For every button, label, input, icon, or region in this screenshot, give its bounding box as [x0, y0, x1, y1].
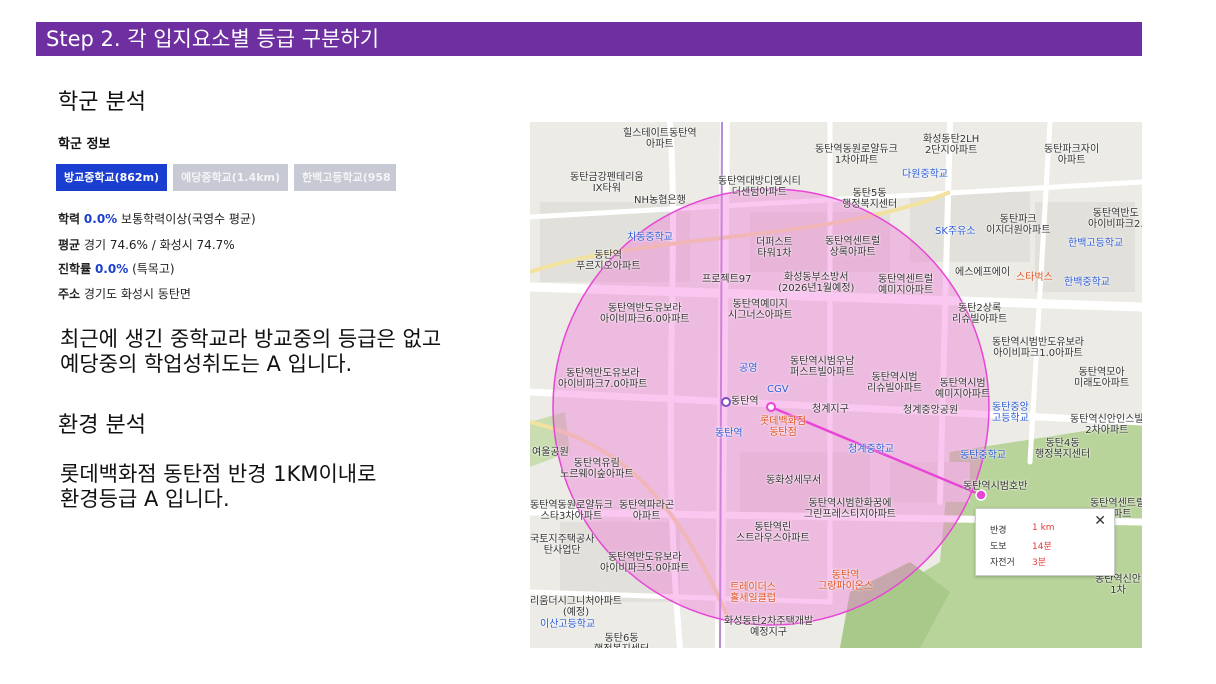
poi-label[interactable]: 동탄파크자이 아파트: [1044, 144, 1099, 166]
popup-bike-label: 자전거: [990, 558, 1015, 568]
poi-label[interactable]: 동탄역반도유보라 아이비파크5.0아파트: [600, 552, 690, 574]
poi-label[interactable]: 치동중학교: [627, 232, 673, 243]
tab-yedang-middle[interactable]: 예당중학교(1.4km): [173, 164, 288, 191]
poi-label[interactable]: 한백중학교: [1064, 277, 1110, 288]
poi-label[interactable]: 동탄역반도유보라 아이비파크7.0아파트: [558, 368, 648, 390]
poi-label[interactable]: 동탄6동행정복지센터: [594, 633, 649, 648]
poi-label[interactable]: 동탄역시범우남 퍼스트빌아파트: [790, 356, 854, 378]
poi-label[interactable]: 동탄역시범한화꿈에 그린프레스티지아파트: [804, 498, 896, 520]
distance-popup: ✕ 반경 1 km 도보 14분 자전거 3분: [975, 508, 1115, 576]
popup-walk-value: 14분: [1032, 542, 1052, 552]
env-summary-line1: 롯데백화점 동탄점 반경 1KM이내로: [60, 462, 377, 486]
poi-label[interactable]: 화성동탄2차주택개발 예정지구: [724, 616, 813, 638]
poi-label[interactable]: 동탄역반도 아이비파크2.: [1088, 208, 1142, 230]
poi-label[interactable]: 롯데백화점 동탄점: [760, 416, 806, 438]
poi-label[interactable]: 동탄역: [715, 428, 743, 439]
poi-label[interactable]: 더퍼스트 타워1차: [756, 237, 793, 259]
poi-label[interactable]: 동탄역파라곤 아파트: [619, 500, 674, 522]
env-summary-line2: 환경등급 A 입니다.: [60, 487, 230, 511]
school-summary-line2: 예당중의 학업성취도는 A 입니다.: [60, 352, 353, 376]
poi-label[interactable]: 동탄역신안인스빌 2차아파트: [1070, 414, 1142, 436]
poi-label[interactable]: 이산고등학교: [540, 619, 595, 630]
poi-label[interactable]: 화성동부소방서 (2026년1월예정): [778, 272, 854, 294]
popup-walk-label: 도보: [990, 542, 1007, 552]
stat-advancement-label: 진학률: [58, 262, 92, 276]
env-analysis-title: 환경 분석: [58, 413, 146, 438]
poi-label[interactable]: 동탄역유림 노르웨이숲아파트: [560, 458, 634, 480]
section-banner: Step 2. 각 입지요소별 등급 구분하기: [36, 22, 1142, 56]
poi-label[interactable]: 동탄역시범 리슈빌아파트: [867, 372, 922, 394]
poi-label[interactable]: CGV: [767, 384, 789, 395]
stat-advancement-value: 0.0%: [94, 262, 129, 276]
poi-label[interactable]: 여울공원: [532, 447, 569, 458]
stat-address: 주소 경기도 화성시 동탄면: [58, 285, 191, 302]
poi-label[interactable]: 동탄역예미지 시그너스아파트: [728, 299, 792, 321]
poi-label[interactable]: 동탄역모아 미래도아파트: [1074, 367, 1129, 389]
stat-address-label: 주소: [58, 287, 81, 301]
poi-label[interactable]: 힐스테이트동탄역 아파트: [623, 128, 697, 150]
poi-label[interactable]: 동탄2상록 리슈빌아파트: [952, 303, 1007, 325]
map-view[interactable]: 힐스테이트동탄역 아파트 동탄역동원로얄듀크 1차아파트 화성동탄2LH 2단지아파트…: [530, 122, 1142, 648]
poi-label[interactable]: 국토지주택공사 탄사업단: [530, 534, 594, 556]
stat-average: 평균 경기 74.6% / 화성시 74.7%: [58, 236, 235, 253]
school-summary-line1: 최근에 생긴 중학교라 방교중의 등급은 없고: [60, 327, 442, 351]
poi-label[interactable]: 동탄파크 이지더원아파트: [986, 214, 1050, 236]
poi-label[interactable]: 동탄역동원로얄듀크 스타3차아파트: [530, 500, 613, 522]
poi-label[interactable]: 스타벅스: [1016, 272, 1053, 283]
poi-label[interactable]: 동탄역센트럴 상록아파트: [825, 236, 880, 258]
tab-hanbaek-high[interactable]: 한백고등학교(958: [294, 164, 396, 191]
close-icon[interactable]: ✕: [1094, 513, 1106, 529]
school-analysis-title: 학군 분석: [58, 90, 146, 115]
poi-label[interactable]: NH농협은행: [634, 195, 686, 206]
poi-label[interactable]: 동탄4동 행정복지센터: [1035, 438, 1090, 460]
poi-label[interactable]: 공영: [739, 363, 757, 374]
poi-label[interactable]: 동탄역대방디엠시티 더센텀아파트: [718, 176, 801, 198]
poi-label[interactable]: 리움더시그니처아파트 (예정): [530, 596, 622, 618]
poi-label[interactable]: 동탄중앙 고등학교: [992, 402, 1029, 424]
poi-label[interactable]: 동탄역시범호반: [963, 481, 1027, 492]
poi-label[interactable]: 동탄중학교: [960, 450, 1006, 461]
stat-advancement: 진학률 0.0% (특목고): [58, 260, 175, 277]
map-center-point: [766, 402, 776, 412]
poi-label[interactable]: 동탄역신안 1차: [1095, 574, 1141, 596]
stat-achievement-value: 0.0%: [83, 212, 118, 226]
poi-label[interactable]: 동탄역동원로얄듀크 1차아파트: [815, 144, 898, 166]
poi-label[interactable]: 동탄역반도유보라 아이비파크6.0아파트: [600, 303, 690, 325]
poi-label[interactable]: 화성동탄2LH 2단지아파트: [923, 134, 979, 156]
stat-achievement: 학력 0.0% 보통학력이상(국영수 평균): [58, 210, 256, 227]
popup-radius-label: 반경: [990, 526, 1007, 536]
school-info-label: 학군 정보: [58, 137, 111, 152]
poi-label[interactable]: SK주유소: [935, 226, 976, 237]
poi-label[interactable]: 청계지구: [812, 404, 849, 415]
popup-bike-value: 3분: [1032, 558, 1047, 568]
poi-label[interactable]: 동탄역린 스트라우스아파트: [736, 522, 810, 544]
poi-label[interactable]: 동화성세무서: [766, 475, 821, 486]
school-tabs: 방교중학교(862m) 예당중학교(1.4km) 한백고등학교(958: [56, 164, 396, 191]
poi-label[interactable]: 동탄역 푸르지오아파트: [576, 250, 640, 272]
stat-advancement-note: (특목고): [132, 262, 175, 276]
stat-achievement-label: 학력: [58, 212, 81, 226]
stat-average-label: 평균: [58, 238, 81, 252]
poi-label[interactable]: 동탄역: [731, 396, 759, 407]
poi-label[interactable]: 프로젝트97: [702, 274, 752, 285]
map-station-marker: [721, 397, 731, 407]
poi-label[interactable]: 동탄역센트럴 예미지아파트: [878, 274, 933, 296]
stat-average-value: 경기 74.6% / 화성시 74.7%: [83, 238, 235, 252]
stat-address-value: 경기도 화성시 동탄면: [83, 287, 191, 301]
poi-label[interactable]: 동탄금강펜테리움 IX타워: [570, 172, 644, 194]
poi-label[interactable]: 동탄역시범반도유보라 아이비파크1.0아파트: [992, 337, 1084, 359]
tab-banggyo-middle[interactable]: 방교중학교(862m): [56, 164, 168, 191]
poi-label[interactable]: 청계중앙공원: [903, 405, 958, 416]
stat-achievement-note: 보통학력이상(국영수 평균): [121, 212, 256, 226]
poi-label[interactable]: 한백고등학교: [1068, 238, 1123, 249]
poi-label[interactable]: 청계중학교: [848, 444, 894, 455]
poi-label[interactable]: 동탄역시범 예미지아파트: [935, 378, 990, 400]
poi-label[interactable]: 다원중학교: [902, 169, 948, 180]
popup-radius-value: 1 km: [1032, 523, 1055, 533]
poi-label[interactable]: 동탄5동 행정복지센터: [842, 188, 897, 210]
poi-label[interactable]: 트레이더스 홀세일클럽: [730, 582, 776, 604]
poi-label[interactable]: 에스에프에이: [955, 267, 1010, 278]
poi-label[interactable]: 동탄역 그랑파이온스: [818, 570, 873, 592]
